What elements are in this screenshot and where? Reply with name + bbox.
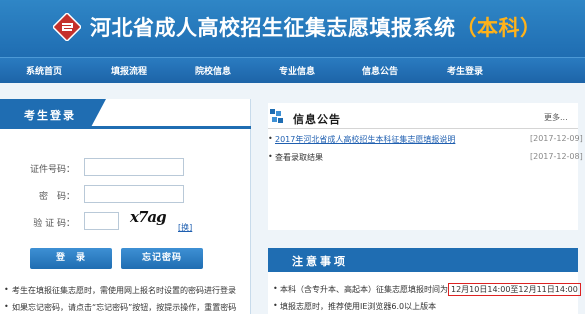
notice-icon [270,109,283,123]
forgot-password-button[interactable]: 忘记密码 [121,248,203,269]
header-banner: 河北省成人高校招生征集志愿填报系统（本科） [0,0,585,57]
login-tip: 如果忘记密码，请点击“忘记密码”按钮，按提示操作，重置密码 [4,302,236,313]
captcha-input[interactable] [84,212,119,230]
attention-title: 注意事项 [292,255,348,268]
change-captcha-link[interactable]: [换] [178,222,192,233]
login-panel: 考生登录 [0,99,251,314]
news-link[interactable]: 2017年河北省成人高校招生本科征集志愿填报说明 [268,134,455,145]
login-panel-title: 考生登录 [0,99,106,129]
system-title: 河北省成人高校招生征集志愿填报系统（本科） [90,12,542,42]
nav-login[interactable]: 考生登录 [447,64,483,77]
captcha-image[interactable]: x7ag [130,208,167,226]
deadline-highlight: 12月10日14:00至12月11日14:00 [448,283,581,296]
nav-process[interactable]: 填报流程 [111,64,147,77]
news-date: [2017-12-09] [530,134,583,143]
attention-item-text: 本科（含专升本、高起本）征集志愿填报时间为 [280,285,448,294]
password-label: 密 码： [38,192,75,202]
title-main: 河北省成人高校招生征集志愿填报系统 [90,16,456,40]
news-link[interactable]: 查看录取结果 [268,152,323,163]
nav-majors[interactable]: 专业信息 [279,64,315,77]
login-tip: 考生在填报征集志愿时，需使用网上报名时设置的密码进行登录 [4,285,236,296]
main-nav: 系统首页 填报流程 院校信息 专业信息 信息公告 考生登录 [0,57,585,83]
title-suffix: （本科） [455,16,542,40]
more-link[interactable]: 更多... [544,112,568,123]
news-date: [2017-12-08] [530,152,583,161]
nav-colleges[interactable]: 院校信息 [195,64,231,77]
nav-home[interactable]: 系统首页 [26,64,62,77]
attention-item: 填报志愿时，推荐使用IE浏览器6.0以上版本 [273,301,436,312]
id-label: 证件号码： [29,165,75,175]
password-input[interactable] [84,185,184,203]
notice-title: 信息公告 [293,113,341,126]
login-button[interactable]: 登 录 [30,248,112,269]
nav-notices[interactable]: 信息公告 [362,64,398,77]
notice-divider [268,128,578,129]
id-number-input[interactable] [84,158,184,176]
login-panel-divider [0,126,251,129]
logo-icon [53,13,81,41]
captcha-label: 验 证 码： [33,219,75,229]
attention-item: 本科（含专升本、高起本）征集志愿填报时间为12月10日14:00至12月11日1… [273,283,581,296]
